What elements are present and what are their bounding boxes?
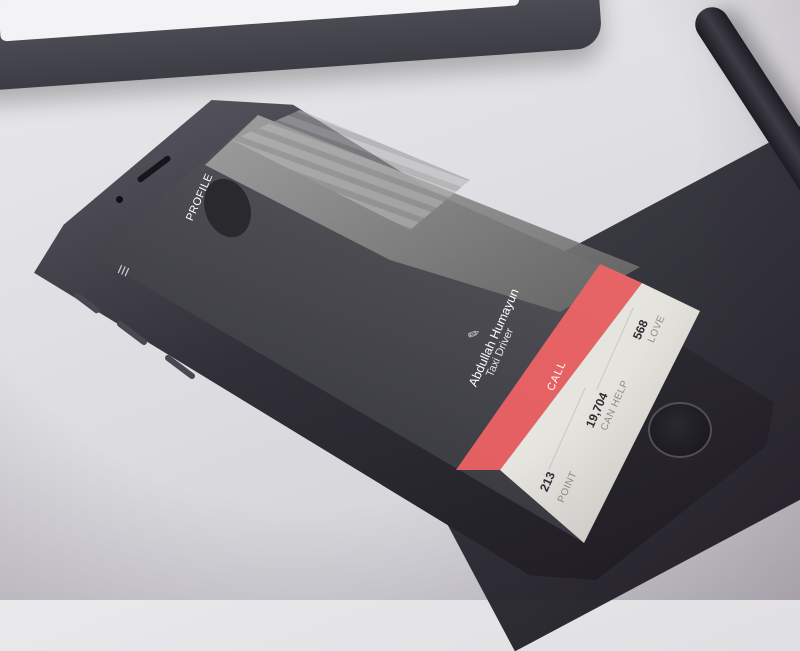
front-camera: [116, 196, 123, 203]
tablet-screen: [0, 0, 520, 42]
tablet-background: [0, 0, 603, 93]
home-button[interactable]: [648, 402, 712, 458]
